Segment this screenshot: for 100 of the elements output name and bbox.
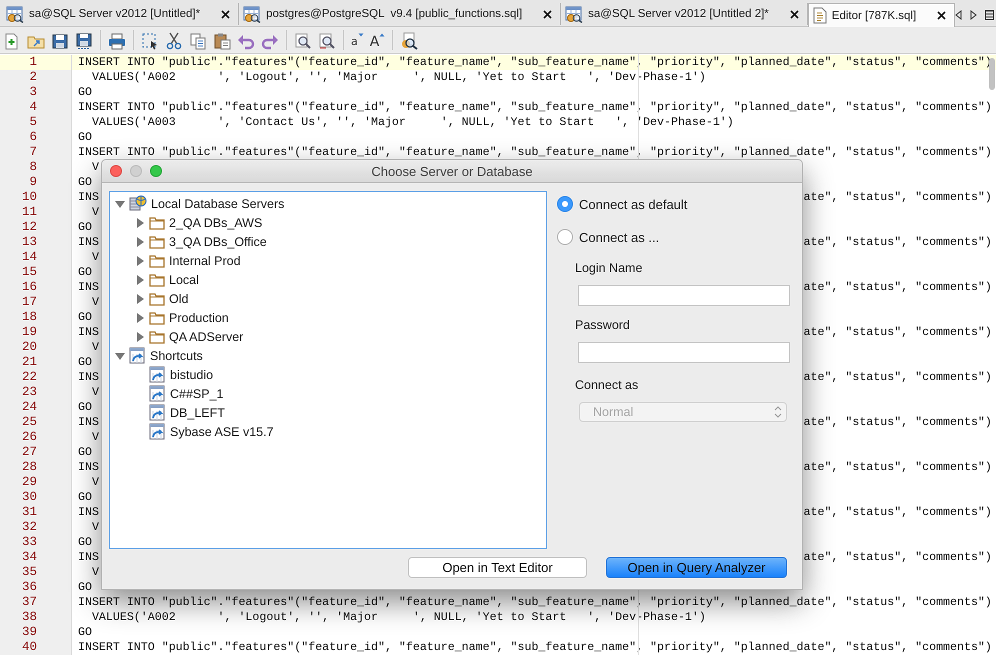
line-number: 23 [0,385,72,400]
line-number: 16 [0,280,72,295]
expand-triangle-icon[interactable] [135,312,145,322]
tree-item[interactable]: Sybase ASE v15.7 [170,424,274,438]
folder-icon [149,310,165,324]
code-line: INS [78,235,99,250]
clipboard-icon [213,32,231,50]
line-number: 2 [0,70,72,85]
document-icon [812,7,827,24]
tab-list-icon[interactable] [985,10,994,20]
line-number: 20 [0,340,72,355]
tree-item[interactable]: QA ADServer [169,330,244,344]
close-tab-button[interactable] [219,10,232,18]
close-tab-button[interactable] [541,10,554,18]
code-line: INSERT INTO "public"."features"("feature_id", "feature_name", "sub_feature_name", "priority", "planned_date", "status", "comments") [77,640,993,655]
scroll-right-icon[interactable] [970,10,978,20]
tree-item[interactable]: Internal Prod [169,254,241,268]
radio-indicator[interactable] [557,196,573,212]
table-gear-icon [565,6,584,22]
tree-item[interactable]: DB_LEFT [170,406,225,420]
code-line: V [90,160,99,175]
code-line: ate", "status", "comments") [804,460,992,475]
code-line: V [90,385,99,400]
close-icon [790,10,799,18]
line-number: 7 [0,145,72,160]
code-line: INS [78,505,99,520]
collapse-triangle-icon[interactable] [115,350,125,360]
folder-icon [149,254,165,268]
code-line: INS [78,460,99,475]
collapse-triangle-icon[interactable] [115,198,125,208]
code-line: ate", "status", "comments") [804,505,992,520]
code-line: ate", "status", "comments") [804,325,992,340]
tree-item[interactable]: Local [169,272,199,286]
expand-triangle-icon[interactable] [135,294,145,304]
line-number: 38 [0,610,72,625]
increase-font-button[interactable]: A [368,30,388,50]
tree-item[interactable]: 3_QA DBs_Office [169,234,267,248]
caret-icon [358,33,364,37]
radio-button[interactable]: Connect as ... [557,228,802,246]
code-line: INSERT INTO "public"."features"("feature_id", "feature_name", "sub_feature_name", "priority", "planned_date", "status", "comments") [77,100,993,115]
code-line: VALUES('A002 ', 'Logout', '', 'Major ', NULL, 'Yet to Start ', 'Dev-Phase-1') [90,70,707,85]
line-number: 6 [0,130,72,145]
code-line: GO [78,535,92,550]
editor-tab[interactable]: sa@SQL Server v2012 [Untitled 2]* [561,3,808,25]
expand-triangle-icon[interactable] [135,236,145,246]
database-magnifier-icon [400,32,418,50]
dialog-button[interactable]: Open in Query Analyzer [606,557,787,578]
line-number: 27 [0,445,72,460]
scrollbar-thumb[interactable] [989,58,995,90]
expand-triangle-icon[interactable] [135,274,145,284]
line-number: 40 [0,640,72,655]
input-field[interactable] [578,342,790,363]
code-line: V [90,205,99,220]
code-line: GO [77,85,93,100]
table-gear-icon [6,6,24,22]
editor-tab[interactable]: postgres@PostgreSQL v9.4 [public_functions.sql] [239,3,562,25]
line-number: 14 [0,250,72,265]
editor-tab[interactable]: Editor [787K.sql] [808,3,956,27]
code-line: GO [78,175,92,190]
code-line: VALUES('A002 ', 'Logout', '', 'Major ', NULL, 'Yet to Start ', 'Dev-Phase-1') [90,610,707,625]
line-number: 36 [0,580,72,595]
close-tab-button[interactable] [935,11,948,20]
code-line: GO [78,355,92,370]
page-magnifier-icon [318,32,336,50]
selection-icon [141,32,159,50]
tree-item[interactable]: Local Database Servers [151,196,284,210]
tree-item[interactable]: bistudio [170,368,214,382]
zoom-window-button[interactable] [150,165,162,177]
dialog-button[interactable]: Open in Text Editor [408,557,587,578]
scroll-left-icon[interactable] [955,10,962,20]
expand-triangle-icon[interactable] [135,256,145,266]
tree-item[interactable]: 2_QA DBs_AWS [169,216,262,230]
line-number: 9 [0,175,72,190]
field-label: Login Name [575,261,644,275]
shortcut-icon [149,404,166,421]
line-number: 4 [0,100,72,115]
tree-item[interactable]: C##SP_1 [170,386,224,400]
radio-button[interactable]: Connect as default [557,195,802,213]
radio-indicator[interactable] [557,229,573,245]
close-tab-button[interactable] [788,10,801,18]
tree-item[interactable]: Production [169,310,229,324]
close-icon [937,11,946,20]
expand-triangle-icon[interactable] [135,218,145,228]
close-window-button[interactable] [110,165,122,177]
copy-icon [189,32,207,50]
editor-tab[interactable]: sa@SQL Server v2012 [Untitled]* [2,3,240,25]
input-field[interactable] [578,285,790,306]
code-line: GO [78,310,92,325]
line-number: 24 [0,400,72,415]
tree-item[interactable]: Shortcuts [150,348,203,362]
expand-triangle-icon[interactable] [135,332,145,342]
page-magnifier-icon [294,32,312,50]
code-line: ate", "status", "comments") [804,550,992,565]
decrease-font-button[interactable]: a [349,30,366,50]
code-line: INS [78,325,99,340]
tree-item[interactable]: Old [169,292,188,306]
folder-icon [149,292,165,306]
line-number: 33 [0,535,72,550]
server-tree[interactable]: Local Database Servers 2_QA DBs_AWS 3_QA DBs_Office Internal Prod Local Old Production QA ADServer Shortcuts bistudio C##SP_1 DB_LEFT Sybase ASE v15.7 [109,191,547,549]
line-number: 1 [0,55,72,70]
